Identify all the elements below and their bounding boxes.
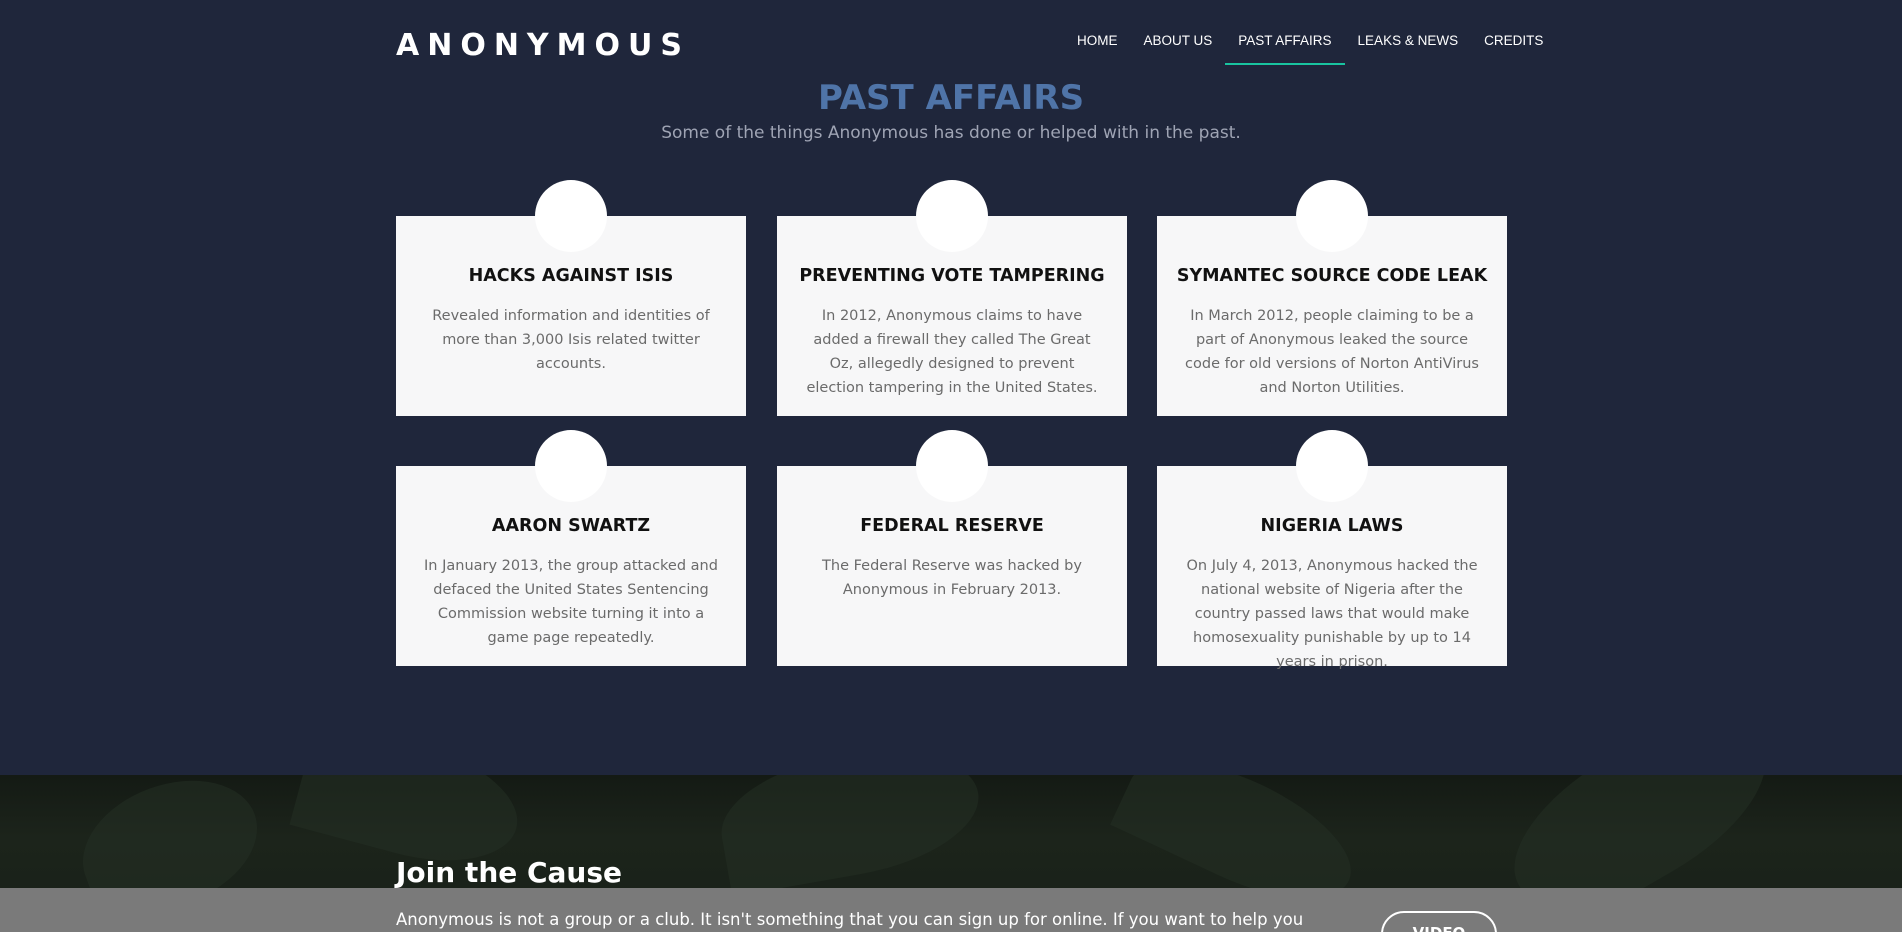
top-navigation-bar: ANONYMOUS HOME ABOUT US PAST AFFAIRS LEA… — [0, 0, 1902, 80]
card-text: On July 4, 2013, Anonymous hacked the na… — [1186, 558, 1478, 670]
nav-past-affairs[interactable]: PAST AFFAIRS — [1225, 33, 1345, 65]
affair-card: PREVENTING VOTE TAMPERING In 2012, Anony… — [777, 180, 1127, 416]
card-icon-circle — [916, 430, 988, 502]
card-title: PREVENTING VOTE TAMPERING — [799, 266, 1105, 286]
affair-card: AARON SWARTZ In January 2013, the group … — [396, 430, 746, 666]
section-title: PAST AFFAIRS — [817, 78, 1085, 118]
card-title: HACKS AGAINST ISIS — [468, 266, 674, 286]
card-text: Revealed information and identities of m… — [432, 308, 710, 372]
leaf-decoration — [711, 775, 989, 897]
affair-card: FEDERAL RESERVE The Federal Reserve was … — [777, 430, 1127, 666]
card-title: NIGERIA LAWS — [1260, 516, 1404, 536]
card-title: SYMANTEC SOURCE CODE LEAK — [1176, 266, 1488, 286]
card-text: In 2012, Anonymous claims to have added … — [806, 308, 1098, 396]
card-icon-circle — [916, 180, 988, 252]
card-text: In March 2012, people claiming to be a p… — [1185, 308, 1479, 396]
card-title: FEDERAL RESERVE — [860, 516, 1044, 536]
card-icon-circle — [535, 430, 607, 502]
card-icon-circle — [535, 180, 607, 252]
join-cause-section: Join the Cause Anonymous is not a group … — [0, 775, 1902, 932]
main-nav: HOME ABOUT US PAST AFFAIRS LEAKS & NEWS … — [1064, 33, 1556, 65]
site-logo[interactable]: ANONYMOUS — [396, 28, 690, 63]
card-icon-circle — [1296, 430, 1368, 502]
nav-about-us[interactable]: ABOUT US — [1131, 33, 1226, 63]
video-button[interactable]: VIDEO — [1381, 911, 1497, 932]
join-text: Anonymous is not a group or a club. It i… — [396, 910, 1304, 929]
section-subtitle: Some of the things Anonymous has done or… — [661, 123, 1241, 143]
card-title: AARON SWARTZ — [491, 516, 651, 536]
join-title: Join the Cause — [396, 856, 623, 889]
nav-home[interactable]: HOME — [1064, 33, 1131, 63]
affair-card: HACKS AGAINST ISIS Revealed information … — [396, 180, 746, 416]
card-text: In January 2013, the group attacked and … — [424, 558, 718, 646]
nav-credits[interactable]: CREDITS — [1471, 33, 1556, 63]
card-text: The Federal Reserve was hacked by Anonym… — [822, 558, 1082, 598]
card-icon-circle — [1296, 180, 1368, 252]
nav-leaks-news[interactable]: LEAKS & NEWS — [1345, 33, 1472, 63]
affair-card: SYMANTEC SOURCE CODE LEAK In March 2012,… — [1157, 180, 1507, 416]
affair-card: NIGERIA LAWS On July 4, 2013, Anonymous … — [1157, 430, 1507, 670]
